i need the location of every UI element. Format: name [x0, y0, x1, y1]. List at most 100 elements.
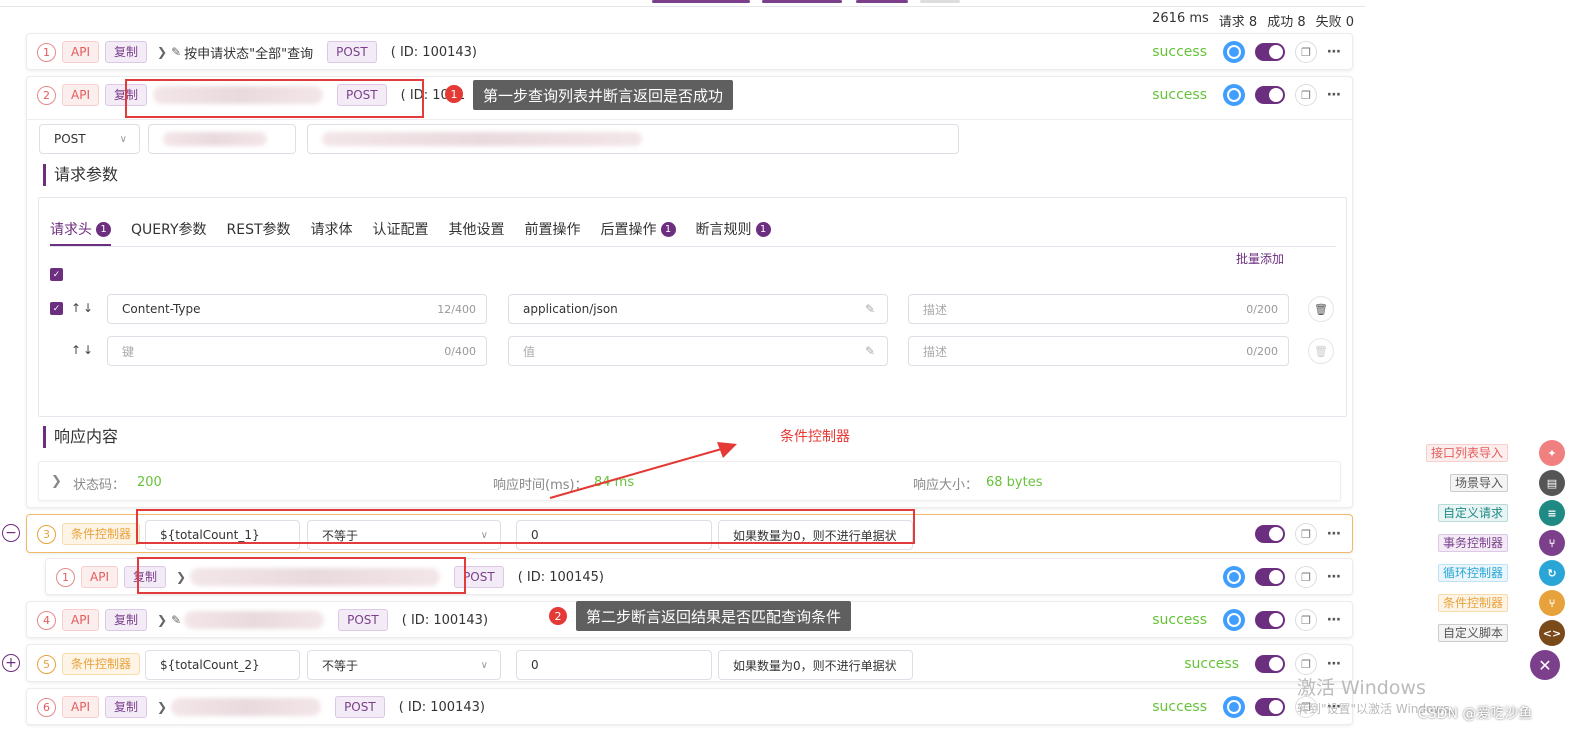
- tab-auth[interactable]: 认证配置: [373, 216, 429, 242]
- trash-icon[interactable]: 🗑: [1308, 296, 1334, 322]
- toolbar-button[interactable]: [762, 0, 842, 3]
- step-title[interactable]: [184, 611, 325, 629]
- tab-headers[interactable]: 请求头 1: [50, 216, 111, 246]
- sidebar-item-custom-script[interactable]: 自定义脚本: [1437, 624, 1508, 642]
- toolbar-button[interactable]: [856, 0, 908, 3]
- header-key-input[interactable]: Content-Type 12/400: [107, 294, 487, 324]
- run-stats: 2616 ms 请求 8 成功 8 失败 0: [1152, 11, 1354, 30]
- header-desc-input[interactable]: 描述 0/200: [908, 294, 1289, 324]
- header-desc-input[interactable]: 描述 0/200: [908, 336, 1289, 366]
- step-card-6[interactable]: 6 API 复制 ❯ POST ( ID: 100143) success ❐ …: [26, 688, 1353, 725]
- enable-toggle[interactable]: [1255, 525, 1285, 543]
- run-icon[interactable]: [1223, 566, 1245, 588]
- sidebar-item-custom-request[interactable]: 自定义请求: [1437, 504, 1508, 522]
- annotation-dot: 1: [445, 85, 463, 103]
- copy-icon[interactable]: ❐: [1295, 609, 1317, 631]
- sidebar-item-api-import[interactable]: 接口列表导入: [1425, 444, 1508, 462]
- condition-icon[interactable]: ⑂: [1539, 590, 1565, 616]
- copy-icon[interactable]: ❐: [1295, 653, 1317, 675]
- enable-toggle[interactable]: [1255, 655, 1285, 673]
- select-all-checkbox[interactable]: ✓: [50, 268, 63, 281]
- header-value-input[interactable]: 值 ✎: [508, 336, 888, 366]
- close-icon[interactable]: ✕: [1530, 650, 1560, 680]
- more-icon[interactable]: ⋯: [1327, 87, 1342, 103]
- loop-icon[interactable]: ↻: [1539, 560, 1565, 586]
- request-icon[interactable]: ≡: [1539, 500, 1565, 526]
- row-checkbox[interactable]: ✓: [50, 302, 63, 315]
- annotation-box: [137, 557, 466, 594]
- edit-icon[interactable]: ✎: [865, 344, 875, 358]
- step-id: ( ID: 100143): [401, 612, 489, 628]
- header-value-input[interactable]: application/json ✎: [508, 294, 888, 324]
- enable-toggle[interactable]: [1255, 611, 1285, 629]
- copy-icon[interactable]: ❐: [1295, 84, 1317, 106]
- chevron-right-icon[interactable]: ❯: [157, 613, 167, 627]
- condition-value-input[interactable]: 0: [516, 650, 712, 680]
- copy-button[interactable]: 复制: [104, 696, 147, 718]
- sidebar-item-loop[interactable]: 循环控制器: [1437, 564, 1508, 582]
- tab-pre-actions[interactable]: 前置操作: [525, 216, 581, 242]
- copy-button[interactable]: 复制: [104, 41, 147, 63]
- copy-button[interactable]: 复制: [104, 609, 147, 631]
- chevron-right-icon[interactable]: ❯: [51, 474, 62, 489]
- more-icon[interactable]: ⋯: [1327, 526, 1342, 542]
- toolbar-button[interactable]: [920, 0, 960, 3]
- run-icon[interactable]: [1223, 609, 1245, 631]
- step-title[interactable]: [171, 698, 322, 716]
- more-icon[interactable]: ⋯: [1327, 656, 1342, 672]
- copy-icon[interactable]: ❐: [1295, 41, 1317, 63]
- edit-icon[interactable]: ✎: [865, 302, 875, 316]
- trash-icon[interactable]: 🗑: [1308, 338, 1334, 364]
- run-icon[interactable]: [1223, 84, 1245, 106]
- expand-icon[interactable]: +: [2, 654, 20, 672]
- import-icon[interactable]: ✦: [1539, 440, 1565, 466]
- sidebar-item-scene-import[interactable]: 场景导入: [1449, 474, 1508, 492]
- enable-toggle[interactable]: [1255, 43, 1285, 61]
- url-input[interactable]: [307, 124, 959, 154]
- batch-add-link[interactable]: 批量添加: [1236, 250, 1284, 267]
- copy-icon[interactable]: ❐: [1295, 523, 1317, 545]
- method-select[interactable]: POST ∨: [39, 124, 140, 154]
- condition-operator-select[interactable]: 不等于 ∨: [307, 650, 501, 680]
- code-icon[interactable]: <>: [1539, 620, 1565, 646]
- tab-other-settings[interactable]: 其他设置: [449, 216, 505, 242]
- more-icon[interactable]: ⋯: [1327, 44, 1342, 60]
- header-key-input[interactable]: 键 0/400: [107, 336, 487, 366]
- tab-body[interactable]: 请求体: [311, 216, 353, 242]
- sidebar-item-transaction[interactable]: 事务控制器: [1437, 534, 1508, 552]
- run-icon[interactable]: [1223, 41, 1245, 63]
- toolbar-button[interactable]: [652, 0, 750, 3]
- tab-assertions[interactable]: 断言规则 1: [696, 216, 771, 242]
- chevron-right-icon[interactable]: ❯: [157, 700, 167, 714]
- tab-rest[interactable]: REST参数: [227, 216, 291, 242]
- tab-query[interactable]: QUERY参数: [131, 216, 207, 242]
- run-icon[interactable]: [1223, 696, 1245, 718]
- enable-toggle[interactable]: [1255, 568, 1285, 586]
- sort-arrows-icon[interactable]: ↑↓: [71, 343, 95, 357]
- params-tabs: 请求头 1 QUERY参数 REST参数 请求体 认证配置 其他设置 前置操作 后…: [50, 216, 771, 246]
- step-number: 1: [56, 567, 75, 587]
- transaction-icon[interactable]: ⑂: [1539, 530, 1565, 556]
- condition-desc-input[interactable]: 如果数量为0，则不进行单据状: [718, 650, 913, 680]
- sort-arrows-icon[interactable]: ↑↓: [71, 301, 95, 315]
- chevron-right-icon[interactable]: ❯: [157, 45, 167, 59]
- condition-variable-input[interactable]: ${totalCount_2}: [145, 650, 300, 680]
- sidebar-item-condition[interactable]: 条件控制器: [1437, 594, 1508, 612]
- copy-icon[interactable]: ❐: [1295, 566, 1317, 588]
- status-text: success: [1152, 612, 1207, 628]
- section-response: 响应内容: [43, 426, 118, 448]
- step-card-1[interactable]: 1 API 复制 ❯ ✎ 按申请状态"全部"查询 POST ( ID: 1001…: [26, 33, 1353, 70]
- edit-icon[interactable]: ✎: [171, 45, 181, 59]
- tab-post-actions[interactable]: 后置操作 1: [601, 216, 676, 242]
- step-title[interactable]: 按申请状态"全部"查询: [184, 43, 313, 62]
- env-select[interactable]: [148, 124, 296, 154]
- more-icon[interactable]: ⋯: [1327, 569, 1342, 585]
- scene-icon[interactable]: ▤: [1539, 470, 1565, 496]
- collapse-icon[interactable]: −: [2, 524, 20, 542]
- more-icon[interactable]: ⋯: [1327, 612, 1342, 628]
- edit-icon[interactable]: ✎: [171, 613, 181, 627]
- enable-toggle[interactable]: [1255, 698, 1285, 716]
- request-count: 请求 8: [1218, 15, 1258, 30]
- condition-tag: 条件控制器: [62, 523, 141, 545]
- enable-toggle[interactable]: [1255, 86, 1285, 104]
